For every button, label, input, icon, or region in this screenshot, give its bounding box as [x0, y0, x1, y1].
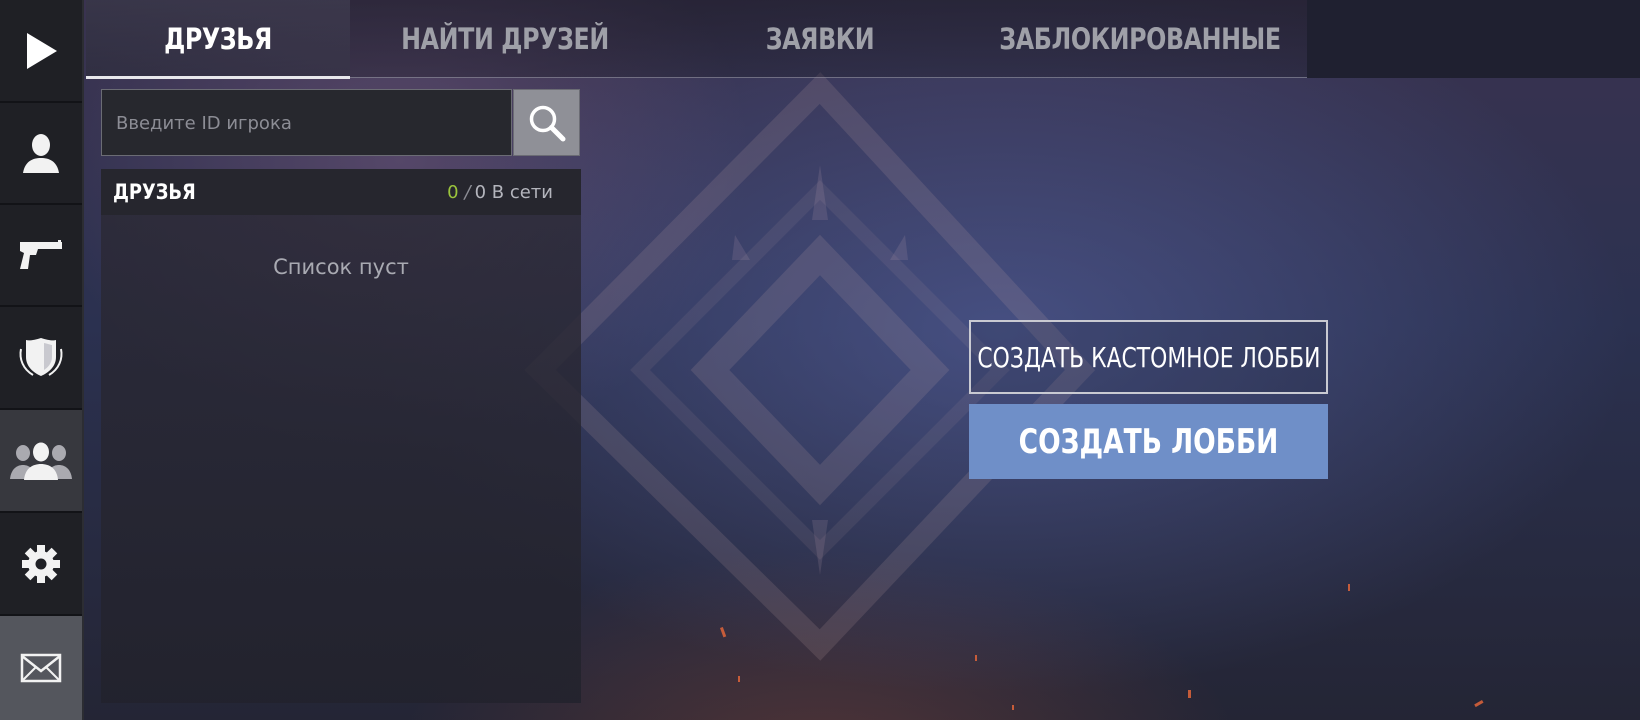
friends-screen: ДРУЗЬЯ НАЙТИ ДРУЗЕЙ ЗАЯВКИ ЗАБЛОКИРОВАНН…: [0, 0, 1640, 720]
sidebar-item-settings[interactable]: [0, 513, 82, 616]
sidebar-item-play[interactable]: [0, 0, 82, 103]
profile-icon: [23, 134, 59, 173]
gear-icon: [22, 544, 60, 583]
friends-list-title: ДРУЗЬЯ: [113, 180, 196, 204]
create-custom-lobby-label: СОЗДАТЬ КАСТОМНОЕ ЛОББИ: [976, 340, 1321, 374]
online-total-label: 0 В сети: [474, 181, 553, 203]
tab-active-indicator: [86, 76, 350, 79]
tab-friends[interactable]: ДРУЗЬЯ: [110, 0, 326, 78]
tab-requests[interactable]: ЗАЯВКИ: [713, 0, 926, 78]
search-button[interactable]: [513, 89, 580, 156]
search-field: [101, 89, 512, 157]
counter-separator: /: [464, 181, 471, 203]
tab-bar-divider: [350, 77, 1307, 78]
online-counter: 0 / 0 В сети: [447, 169, 553, 215]
sidebar-item-weapons[interactable]: [0, 205, 82, 307]
sidebar-item-clan[interactable]: [0, 307, 82, 410]
online-count: 0: [447, 181, 459, 203]
sidebar: [0, 0, 84, 720]
pistol-icon: [20, 240, 62, 269]
play-icon: [27, 32, 57, 69]
player-id-input[interactable]: [114, 90, 508, 157]
shield-laurel-icon: [19, 337, 63, 376]
friends-list-header: ДРУЗЬЯ 0 / 0 В сети: [101, 169, 581, 215]
sidebar-item-profile[interactable]: [0, 103, 82, 205]
sidebar-item-friends[interactable]: [0, 410, 82, 513]
tab-blocked[interactable]: ЗАБЛОКИРОВАННЫЕ: [999, 0, 1281, 78]
create-custom-lobby-button[interactable]: СОЗДАТЬ КАСТОМНОЕ ЛОББИ: [969, 320, 1328, 394]
create-lobby-label: СОЗДАТЬ ЛОББИ: [1018, 421, 1279, 462]
create-lobby-button[interactable]: СОЗДАТЬ ЛОББИ: [969, 404, 1328, 479]
friends-list-panel: ДРУЗЬЯ 0 / 0 В сети Список пуст: [101, 169, 581, 703]
tab-bar-filler: [1307, 0, 1640, 78]
empty-list-message: Список пуст: [273, 255, 409, 279]
sidebar-item-mail[interactable]: [0, 616, 82, 720]
friends-icon: [10, 442, 72, 480]
tab-find-friends[interactable]: НАЙТИ ДРУЗЕЙ: [394, 0, 615, 78]
search-icon: [529, 105, 565, 141]
mail-icon: [20, 653, 62, 683]
